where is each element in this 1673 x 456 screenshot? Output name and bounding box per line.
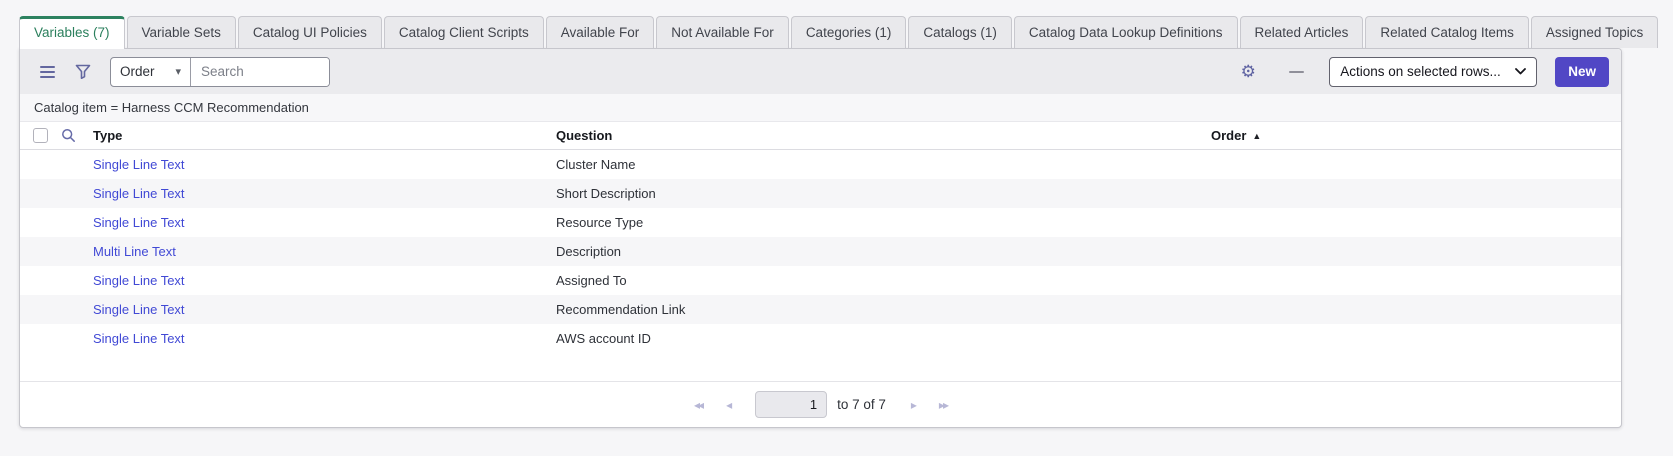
tab-bar: Variables (7) Variable Sets Catalog UI P…: [19, 14, 1622, 48]
tab-variables[interactable]: Variables (7): [19, 16, 125, 49]
actions-select-value: Actions on selected rows...: [1340, 64, 1501, 79]
funnel-icon: [75, 64, 91, 79]
row-type-link[interactable]: Single Line Text: [93, 331, 556, 346]
table-row: Multi Line Text Description: [20, 237, 1621, 266]
table-body: Single Line Text Cluster Name Single Lin…: [20, 150, 1621, 353]
row-type-link[interactable]: Single Line Text: [93, 302, 556, 317]
row-type-link[interactable]: Single Line Text: [93, 273, 556, 288]
breadcrumb: Catalog item = Harness CCM Recommendatio…: [20, 94, 1621, 122]
tab-categories[interactable]: Categories (1): [791, 16, 907, 48]
page-input[interactable]: [755, 391, 827, 418]
row-question: Resource Type: [556, 215, 1211, 230]
search-input[interactable]: [191, 58, 329, 86]
tab-catalog-ui-policies[interactable]: Catalog UI Policies: [238, 16, 382, 48]
list-search-group: Order ▾: [110, 57, 330, 87]
row-type-link[interactable]: Single Line Text: [93, 186, 556, 201]
variables-list-panel-body: Order ▾ ⚙ Actions on selected rows...: [19, 48, 1622, 428]
pagination-range-label: to 7 of 7: [837, 397, 886, 412]
row-question: Assigned To: [556, 273, 1211, 288]
column-header-order[interactable]: Order ▲: [1211, 128, 1621, 143]
actions-on-selected-rows-select[interactable]: Actions on selected rows...: [1329, 57, 1537, 87]
tab-available-for[interactable]: Available For: [546, 16, 655, 48]
table-row: Single Line Text Recommendation Link: [20, 295, 1621, 324]
new-button[interactable]: New: [1555, 57, 1609, 87]
list-toolbar: Order ▾ ⚙ Actions on selected rows...: [20, 49, 1621, 94]
table-row: Single Line Text Cluster Name: [20, 150, 1621, 179]
list-menu-icon: [40, 66, 55, 78]
tab-variable-sets[interactable]: Variable Sets: [127, 16, 236, 48]
toolbar-right-group: ⚙ Actions on selected rows... New: [1233, 57, 1609, 87]
next-page-button[interactable]: ▸: [904, 395, 922, 415]
table-row: Single Line Text AWS account ID: [20, 324, 1621, 353]
table-row: Single Line Text Resource Type: [20, 208, 1621, 237]
row-question: Description: [556, 244, 1211, 259]
tab-catalog-client-scripts[interactable]: Catalog Client Scripts: [384, 16, 544, 48]
chevron-down-icon: [1515, 68, 1526, 75]
row-question: Recommendation Link: [556, 302, 1211, 317]
row-type-link[interactable]: Multi Line Text: [93, 244, 556, 259]
first-page-button[interactable]: ◂◂: [687, 395, 709, 415]
pagination-bar: ◂◂ ◂ to 7 of 7 ▸ ▸▸: [20, 381, 1621, 427]
table-row: Single Line Text Assigned To: [20, 266, 1621, 295]
list-context-menu-button[interactable]: [32, 57, 62, 87]
header-controls-cell: [20, 128, 93, 143]
row-type-link[interactable]: Single Line Text: [93, 215, 556, 230]
sort-ascending-icon: ▲: [1252, 131, 1261, 141]
select-all-checkbox[interactable]: [33, 128, 48, 143]
caret-down-icon: ▾: [175, 65, 181, 78]
tab-related-catalog-items[interactable]: Related Catalog Items: [1365, 16, 1529, 48]
previous-page-button[interactable]: ◂: [719, 395, 737, 415]
tab-assigned-topics[interactable]: Assigned Topics: [1531, 16, 1658, 48]
column-header-type[interactable]: Type: [93, 128, 556, 143]
minimize-list-button[interactable]: [1281, 57, 1311, 87]
table-row: Single Line Text Short Description: [20, 179, 1621, 208]
table-header-row: Type Question Order ▲: [20, 122, 1621, 150]
last-page-button[interactable]: ▸▸: [932, 395, 954, 415]
filter-button[interactable]: [68, 57, 98, 87]
column-header-order-label: Order: [1211, 128, 1246, 143]
filter-breadcrumb-link[interactable]: Catalog item = Harness CCM Recommendatio…: [34, 100, 309, 115]
row-question: Cluster Name: [556, 157, 1211, 172]
column-header-question[interactable]: Question: [556, 128, 1211, 143]
row-type-link[interactable]: Single Line Text: [93, 157, 556, 172]
tab-related-articles[interactable]: Related Articles: [1240, 16, 1364, 48]
row-question: Short Description: [556, 186, 1211, 201]
tab-not-available-for[interactable]: Not Available For: [656, 16, 789, 48]
minus-icon: [1289, 71, 1304, 73]
tab-catalogs[interactable]: Catalogs (1): [908, 16, 1012, 48]
related-list-panel: Variables (7) Variable Sets Catalog UI P…: [19, 14, 1622, 428]
search-column-select[interactable]: Order ▾: [111, 58, 191, 86]
gear-icon: ⚙: [1241, 63, 1256, 80]
row-question: AWS account ID: [556, 331, 1211, 346]
search-column-value: Order: [120, 64, 155, 79]
column-search-icon[interactable]: [61, 128, 76, 143]
tab-catalog-data-lookup-definitions[interactable]: Catalog Data Lookup Definitions: [1014, 16, 1238, 48]
personalize-list-button[interactable]: ⚙: [1233, 57, 1263, 87]
